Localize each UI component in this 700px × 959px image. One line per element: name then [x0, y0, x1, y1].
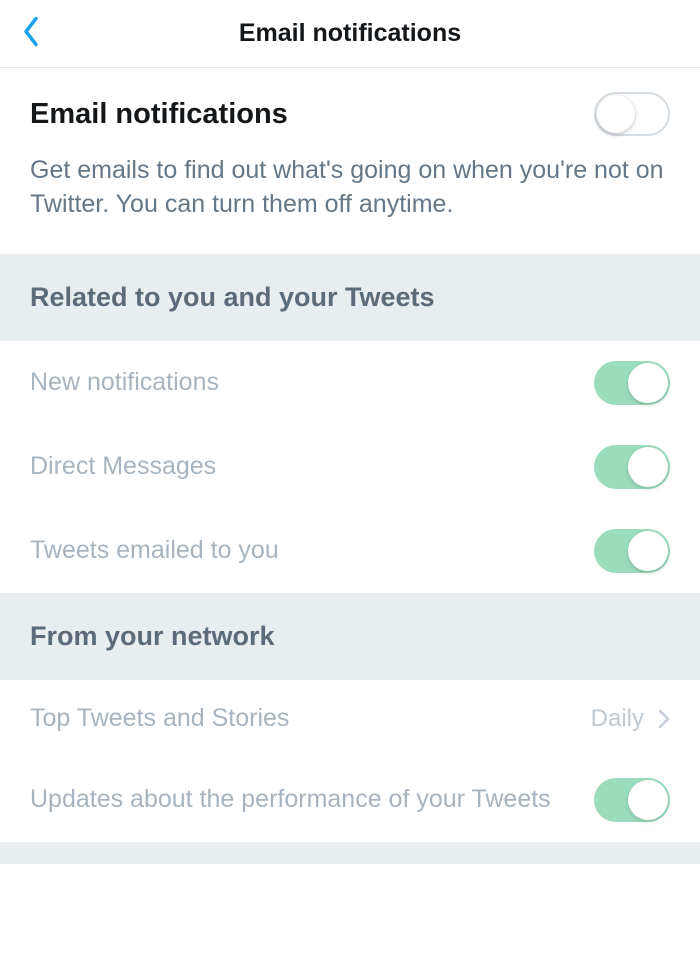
toggle-knob [628, 531, 668, 571]
email-notifications-description: Get emails to find out what's going on w… [30, 154, 670, 222]
direct-messages-toggle[interactable] [594, 445, 670, 489]
new-notifications-label: New notifications [30, 366, 594, 399]
tweets-emailed-toggle[interactable] [594, 529, 670, 573]
email-notifications-title: Email notifications [30, 98, 288, 131]
email-notifications-row: Email notifications [30, 92, 670, 136]
network-section-header: From your network [0, 593, 700, 680]
new-notifications-row: New notifications [0, 341, 700, 425]
page-title: Email notifications [239, 19, 461, 48]
toggle-knob [628, 447, 668, 487]
performance-updates-label: Updates about the performance of your Tw… [30, 783, 594, 816]
toggle-knob [628, 363, 668, 403]
direct-messages-label: Direct Messages [30, 450, 594, 483]
related-section-header: Related to you and your Tweets [0, 254, 700, 341]
page-header: Email notifications [0, 0, 700, 68]
bottom-spacer [0, 842, 700, 864]
chevron-right-icon [658, 709, 670, 729]
tweets-emailed-label: Tweets emailed to you [30, 534, 594, 567]
performance-updates-toggle[interactable] [594, 778, 670, 822]
tweets-emailed-row: Tweets emailed to you [0, 509, 700, 593]
back-button[interactable] [22, 15, 42, 52]
top-tweets-value-group: Daily [591, 705, 670, 733]
related-section-title: Related to you and your Tweets [30, 282, 670, 313]
performance-updates-row: Updates about the performance of your Tw… [0, 758, 700, 842]
toggle-knob [628, 780, 668, 820]
new-notifications-toggle[interactable] [594, 361, 670, 405]
toggle-knob [597, 95, 635, 133]
main-section: Email notifications Get emails to find o… [0, 68, 700, 254]
email-notifications-toggle[interactable] [594, 92, 670, 136]
top-tweets-row[interactable]: Top Tweets and Stories Daily [0, 680, 700, 758]
chevron-left-icon [22, 15, 42, 52]
top-tweets-label: Top Tweets and Stories [30, 702, 591, 735]
network-section-title: From your network [30, 621, 670, 652]
direct-messages-row: Direct Messages [0, 425, 700, 509]
top-tweets-value: Daily [591, 705, 644, 733]
